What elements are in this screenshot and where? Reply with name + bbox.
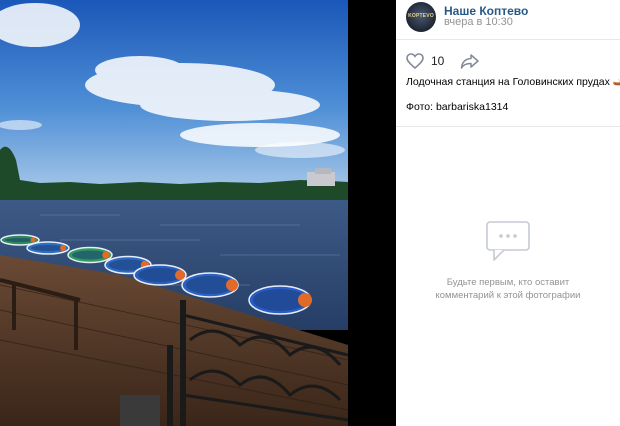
- post-header: KOPTEVO Наше Коптево вчера в 10:30: [396, 0, 620, 40]
- like-button[interactable]: 10: [406, 52, 444, 70]
- avatar-logo-text: KOPTEVO: [408, 13, 434, 19]
- post-photo[interactable]: [0, 0, 348, 426]
- post-actions: 10: [396, 52, 620, 70]
- post-text: Лодочная станция на Головинских прудах 🛶: [406, 76, 620, 88]
- divider: [396, 126, 620, 127]
- heart-icon: [406, 53, 424, 69]
- post-time[interactable]: вчера в 10:30: [444, 16, 513, 28]
- boat: [26, 241, 70, 255]
- boat: [133, 264, 187, 286]
- share-arrow-icon: [460, 54, 479, 69]
- post-sidebar: KOPTEVO Наше Коптево вчера в 10:30 10 Ло…: [396, 0, 620, 426]
- photo-viewer: KOPTEVO Наше Коптево вчера в 10:30 10 Ло…: [0, 0, 620, 426]
- comment-bubble-icon: [486, 221, 530, 261]
- like-count: 10: [431, 54, 445, 68]
- boat: [67, 246, 113, 264]
- photo-image: [0, 0, 348, 426]
- empty-comments-line2: комментарий к этой фотографии: [435, 290, 581, 301]
- boat: [181, 272, 239, 298]
- comments-empty-state: Будьте первым, кто оставит комментарий к…: [396, 220, 620, 302]
- boat: [248, 285, 312, 315]
- share-button[interactable]: [460, 52, 480, 70]
- photo-credit: Фото: barbariska1314: [406, 101, 509, 113]
- empty-comments-line1: Будьте первым, кто оставит: [446, 277, 570, 288]
- group-avatar[interactable]: KOPTEVO: [406, 2, 436, 32]
